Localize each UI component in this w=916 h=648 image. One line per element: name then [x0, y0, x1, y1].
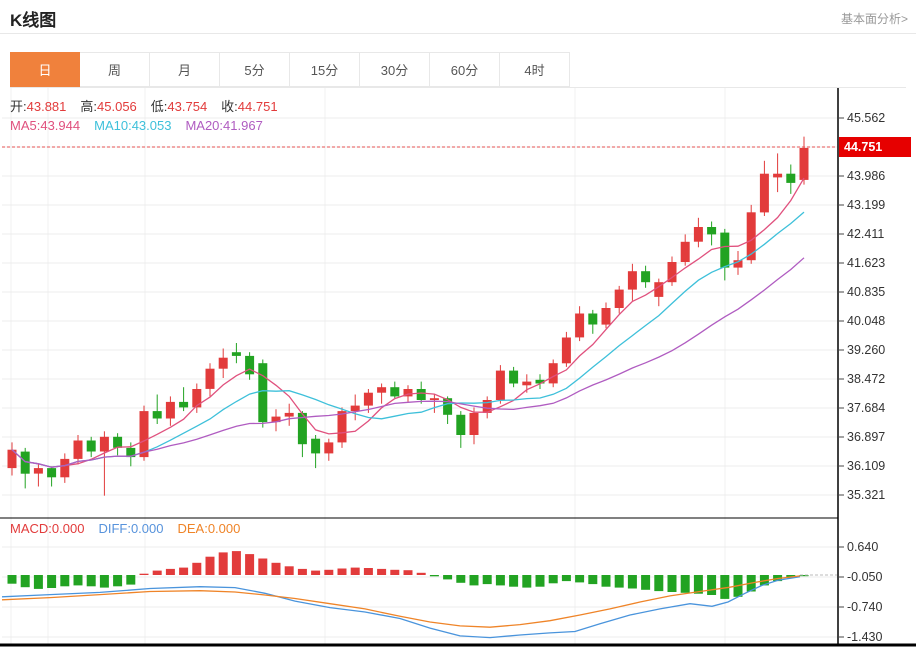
macd-legend: MACD:0.000 DIFF:0.000 DEA:0.000: [10, 521, 254, 536]
svg-text:-0.740: -0.740: [847, 600, 882, 614]
legend-item: 高:45.056: [80, 99, 137, 114]
header-divider: [0, 33, 916, 34]
macd-histogram: [7, 551, 809, 599]
svg-text:40.835: 40.835: [847, 285, 885, 299]
legend-item: MACD:0.000: [10, 521, 85, 536]
ohlc-legend: 开:43.881 高:45.056 低:43.754 收:44.751: [10, 96, 292, 115]
macd-axis-labels: 0.640 -0.050 -0.740 -1.430: [838, 540, 882, 644]
svg-text:0.640: 0.640: [847, 540, 878, 554]
ma-lines: [11, 177, 805, 468]
legend-item: MA5:43.944: [10, 118, 81, 133]
fundamental-analysis-link[interactable]: 基本面分析>: [841, 10, 908, 27]
price-axis-labels: 45.562 43.986 43.199 42.411 41.623 40.835 40.0…: [838, 111, 885, 502]
period-tab-5分[interactable]: 5分: [220, 52, 290, 87]
svg-text:39.260: 39.260: [847, 343, 885, 357]
candlestick-series: [7, 136, 809, 496]
svg-text:36.109: 36.109: [847, 459, 885, 473]
period-tab-日[interactable]: 日: [10, 52, 80, 87]
period-tabbar: 日周月 5分 15分 30分 60分 4时: [10, 52, 906, 88]
legend-item: MA10:43.053: [94, 118, 172, 133]
ma-legend: MA5:43.944 MA10:43.053 MA20:41.967: [10, 118, 277, 133]
svg-text:-0.050: -0.050: [847, 570, 882, 584]
axis-frame: [0, 88, 916, 647]
legend-item: 低:43.754: [150, 99, 208, 114]
legend-item: MA20:41.967: [185, 118, 263, 133]
gridlines: [2, 88, 837, 644]
period-tab-4时[interactable]: 4时: [500, 52, 570, 87]
period-tab-60分[interactable]: 60分: [430, 52, 500, 87]
svg-text:36.897: 36.897: [847, 430, 885, 444]
svg-text:40.048: 40.048: [847, 314, 885, 328]
legend-item: DEA:0.000: [177, 521, 241, 536]
svg-text:41.623: 41.623: [847, 256, 885, 270]
svg-text:38.472: 38.472: [847, 372, 885, 386]
kline-chart: 45.562 43.986 43.199 42.411 41.623 40.835 40.0…: [0, 88, 916, 647]
period-tab-月[interactable]: 月: [150, 52, 220, 87]
svg-text:35.321: 35.321: [847, 488, 885, 502]
svg-text:42.411: 42.411: [847, 227, 884, 241]
kline-chart-widget: K线图 基本面分析> 日周月 5分 15分 30分 60分 4时 45.562 43.986…: [0, 0, 916, 648]
svg-text:45.562: 45.562: [847, 111, 885, 125]
legend-item: DIFF:0.000: [98, 521, 164, 536]
current-price-tag: 44.751: [839, 137, 911, 157]
period-tab-周[interactable]: 周: [80, 52, 150, 87]
svg-text:-1.430: -1.430: [847, 630, 882, 644]
legend-item: 开:43.881: [10, 99, 67, 114]
svg-text:43.199: 43.199: [847, 198, 885, 212]
page-title: K线图: [10, 11, 57, 30]
period-tab-30分[interactable]: 30分: [360, 52, 430, 87]
svg-text:37.684: 37.684: [847, 401, 885, 415]
legend-item: 收:44.751: [221, 99, 278, 114]
svg-text:43.986: 43.986: [847, 169, 885, 183]
period-tab-15分[interactable]: 15分: [290, 52, 360, 87]
